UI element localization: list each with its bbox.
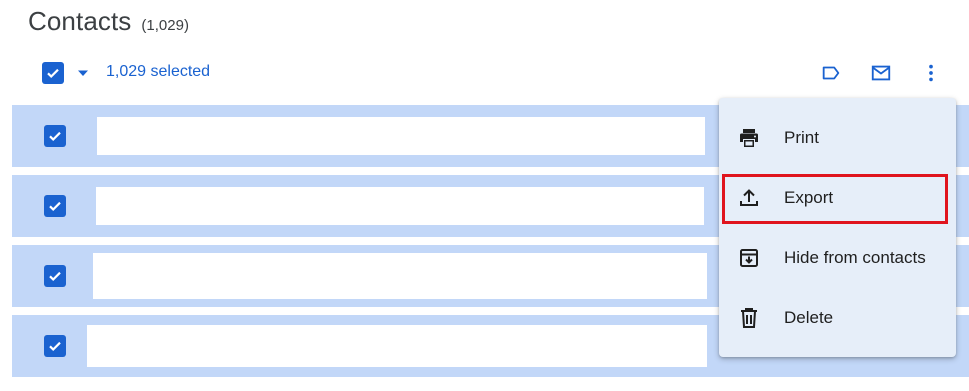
menu-item-hide-from-contacts[interactable]: Hide from contacts — [719, 229, 956, 287]
trash-icon — [741, 308, 757, 328]
menu-item-label: Print — [784, 128, 819, 147]
checkmark-icon — [49, 201, 61, 212]
export-icon — [740, 189, 758, 206]
contact-row-content — [87, 325, 707, 367]
menu-item-export[interactable]: Export — [719, 169, 956, 227]
contact-row-content — [97, 117, 705, 155]
menu-item-label: Export — [784, 188, 834, 207]
contacts-page: Contacts (1,029) 1,029 selected Print Ex… — [0, 0, 969, 391]
print-icon — [740, 129, 758, 147]
more-actions-menu: Print Export Hide from contacts Delete — [719, 98, 956, 357]
checkmark-icon — [49, 341, 61, 352]
row-checkbox[interactable] — [44, 335, 66, 357]
menu-item-delete[interactable]: Delete — [719, 289, 956, 347]
selection-toolbar: 1,029 selected — [0, 56, 969, 90]
selected-count-label: 1,029 selected — [106, 63, 211, 80]
contact-row-content — [96, 187, 704, 225]
contacts-count: (1,029) — [141, 17, 189, 34]
page-title: Contacts — [28, 6, 132, 36]
contact-row-content — [93, 253, 707, 299]
row-checkbox[interactable] — [44, 265, 66, 287]
menu-item-print[interactable]: Print — [719, 109, 956, 167]
page-header: Contacts (1,029) — [28, 6, 189, 37]
chevron-down-icon[interactable] — [76, 66, 90, 80]
row-checkbox[interactable] — [44, 125, 66, 147]
menu-item-label: Hide from contacts — [784, 248, 926, 267]
menu-item-label: Delete — [784, 308, 834, 327]
more-vert-icon[interactable] — [919, 61, 943, 85]
checkmark-icon — [47, 68, 59, 79]
mail-icon[interactable] — [869, 61, 893, 85]
archive-icon — [740, 249, 758, 267]
checkmark-icon — [49, 271, 61, 282]
label-icon[interactable] — [819, 61, 843, 85]
checkmark-icon — [49, 131, 61, 142]
row-checkbox[interactable] — [44, 195, 66, 217]
select-all-checkbox[interactable] — [42, 62, 64, 84]
